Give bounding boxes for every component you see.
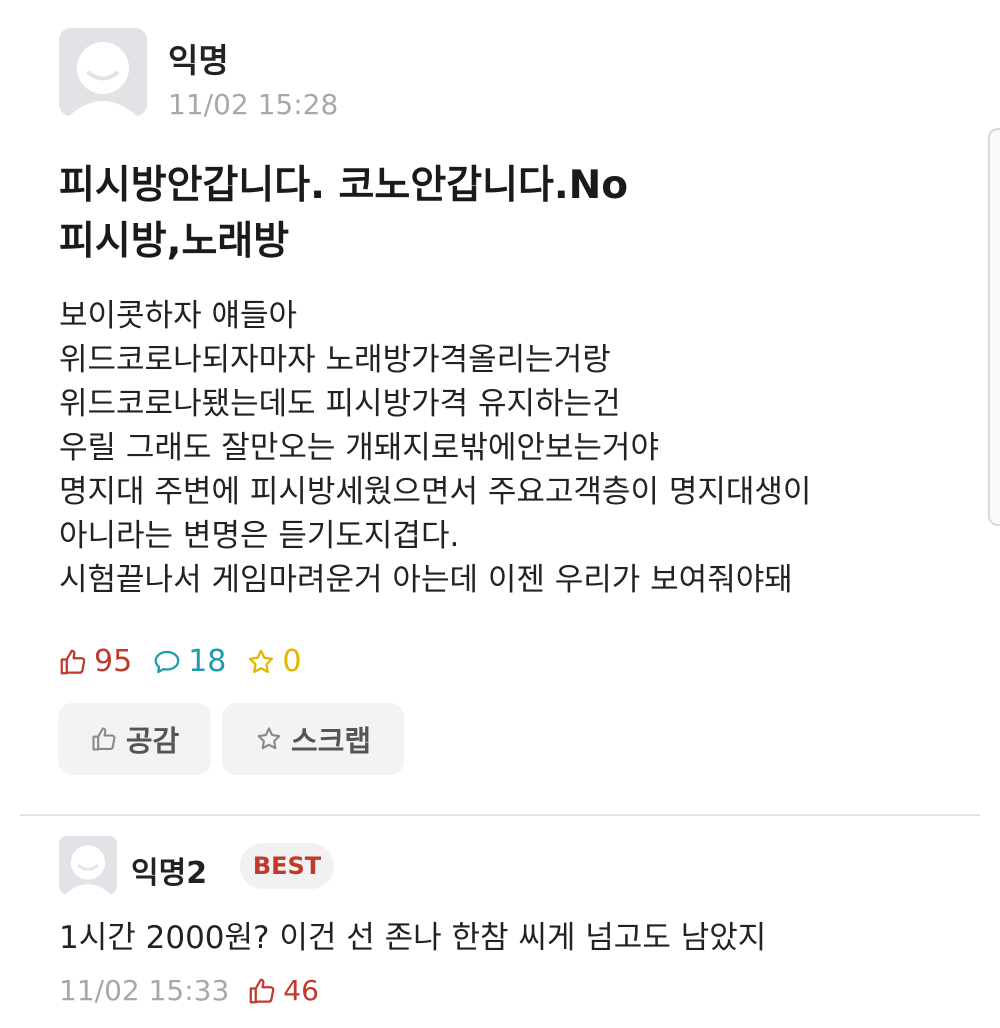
like-button[interactable]: 공감	[58, 703, 211, 775]
star-icon	[249, 649, 274, 673]
post-body-line: 위드코로나되자마자 노래방가격올리는거랑	[59, 342, 611, 378]
post-body-line: 위드코로나됐는데도 피시방가격 유지하는건	[59, 386, 621, 422]
post-body-line: 명지대 주변에 피시방세웠으면서 주요고객층이 명지대생이	[59, 474, 812, 510]
post-body-line: 아니라는 변명은 듣기도지겹다.	[59, 518, 460, 554]
speech-bubble-icon	[154, 650, 180, 673]
section-divider	[20, 814, 980, 816]
comment-author-name: 익명2	[131, 856, 208, 891]
like-count-stat: 95	[58, 644, 132, 679]
post-author-name: 익명	[168, 41, 229, 80]
thumbs-up-icon	[60, 649, 86, 674]
post-stats: 95 18 0	[58, 644, 321, 679]
scrollbar[interactable]	[988, 128, 1000, 526]
comment-like-count: 46	[283, 974, 319, 1007]
comment-meta: 11/02 15:33 46	[59, 974, 319, 1007]
default-avatar-icon	[59, 836, 117, 894]
scrap-count-stat: 0	[246, 644, 301, 679]
star-icon	[257, 727, 281, 750]
post-body-line: 우릴 그래도 잘만오는 개돼지로밖에안보는거야	[59, 430, 659, 466]
comment-like-count-stat: 46	[247, 974, 319, 1007]
comment-count: 18	[188, 644, 227, 679]
post-timestamp: 11/02 15:28	[168, 88, 339, 121]
comment-timestamp: 11/02 15:33	[59, 974, 230, 1007]
post-body: 보이콧하자 얘들아 위드코로나되자마자 노래방가격올리는거랑 위드코로나됐는데도…	[59, 294, 959, 602]
scrap-count: 0	[282, 644, 302, 679]
post-title-line: 피시방,노래방	[59, 219, 290, 264]
scrap-button[interactable]: 스크랩	[222, 703, 404, 775]
post-title: 피시방안갑니다. 코노안갑니다.No 피시방,노래방	[59, 158, 939, 270]
comment-count-stat: 18	[152, 644, 226, 679]
post-body-line: 보이콧하자 얘들아	[59, 298, 298, 334]
post-body-line: 시험끝나서 게임마려운거 아는데 이젠 우리가 보여줘야돼	[59, 562, 793, 598]
scrap-button-label: 스크랩	[290, 724, 372, 758]
comment-text: 1시간 2000원? 이건 선 존나 한참 씨게 넘고도 남았지	[59, 920, 767, 956]
thumbs-up-icon	[92, 727, 116, 751]
thumbs-up-icon	[249, 978, 275, 1003]
like-count: 95	[94, 644, 133, 679]
default-avatar-icon	[59, 28, 147, 116]
comment-author-avatar	[59, 836, 117, 894]
like-button-label: 공감	[125, 724, 180, 758]
post-author-avatar	[59, 28, 147, 116]
best-badge: BEST	[240, 843, 334, 889]
post-title-line: 피시방안갑니다. 코노안갑니다.No	[59, 163, 629, 208]
